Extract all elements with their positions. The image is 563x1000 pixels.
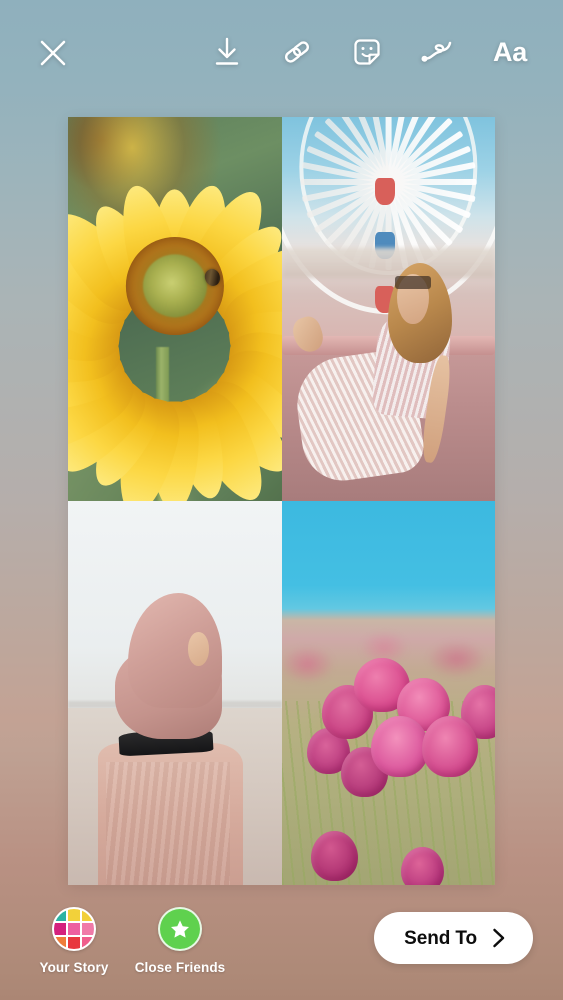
link-chain-icon	[284, 41, 310, 63]
avatar-cell	[81, 922, 94, 936]
chevron-right-icon	[493, 928, 505, 948]
avatar-cell	[67, 909, 81, 922]
story-grid-avatar-icon	[52, 907, 96, 951]
woman-profile-face	[187, 631, 209, 667]
avatar-cell	[54, 922, 67, 936]
collage-photo-sunflower[interactable]	[68, 117, 282, 501]
send-to-label: Send To	[404, 927, 477, 949]
download-icon	[215, 37, 239, 65]
avatar-cell	[54, 909, 67, 922]
text-button-label: Aa	[493, 36, 527, 67]
woman-sunglasses	[394, 276, 431, 289]
your-story-label: Your Story	[39, 960, 109, 975]
avatar-cell	[54, 936, 67, 949]
green-star-badge-icon	[158, 907, 202, 951]
avatar-cell	[67, 936, 81, 949]
photo-collage[interactable]	[68, 117, 495, 885]
ranunculus-bloom	[311, 831, 359, 882]
your-story-option[interactable]: Your Story	[28, 907, 120, 975]
link-button[interactable]	[277, 30, 317, 74]
send-to-button[interactable]: Send To	[374, 912, 533, 964]
collage-photo-ferris-wheel[interactable]	[281, 117, 495, 501]
story-share-screen: Aa Your Story Close Friends Send To	[0, 0, 563, 1000]
sunflower-disc-center	[142, 254, 207, 318]
ranunculus-bloom	[422, 716, 478, 778]
draw-button[interactable]	[417, 30, 457, 74]
text-button[interactable]: Aa	[487, 30, 533, 74]
sticker-smiley-icon	[354, 39, 380, 65]
skirt-pleats	[106, 762, 231, 885]
close-friends-option[interactable]: Close Friends	[134, 907, 226, 975]
close-button[interactable]	[26, 26, 80, 80]
toolbar-actions: Aa	[207, 30, 537, 74]
top-toolbar: Aa	[0, 0, 563, 104]
squiggle-draw-icon	[421, 41, 452, 62]
save-button[interactable]	[207, 30, 247, 74]
bottom-action-bar: Your Story Close Friends Send To	[0, 882, 563, 1000]
avatar-cell	[81, 936, 94, 949]
horizon-line	[281, 247, 495, 279]
sticker-button[interactable]	[347, 30, 387, 74]
avatar-cell	[81, 909, 94, 922]
avatar-cell	[67, 922, 81, 936]
star-icon	[171, 920, 189, 938]
ferris-wheel-spokes	[281, 117, 495, 315]
ranunculus-bloom	[371, 716, 429, 778]
gondola-red-1	[375, 178, 395, 206]
collage-photo-flower-field[interactable]	[281, 501, 495, 885]
close-friends-label: Close Friends	[134, 960, 226, 975]
close-x-icon	[40, 40, 66, 66]
collage-photo-hooded-woman[interactable]	[68, 501, 282, 885]
